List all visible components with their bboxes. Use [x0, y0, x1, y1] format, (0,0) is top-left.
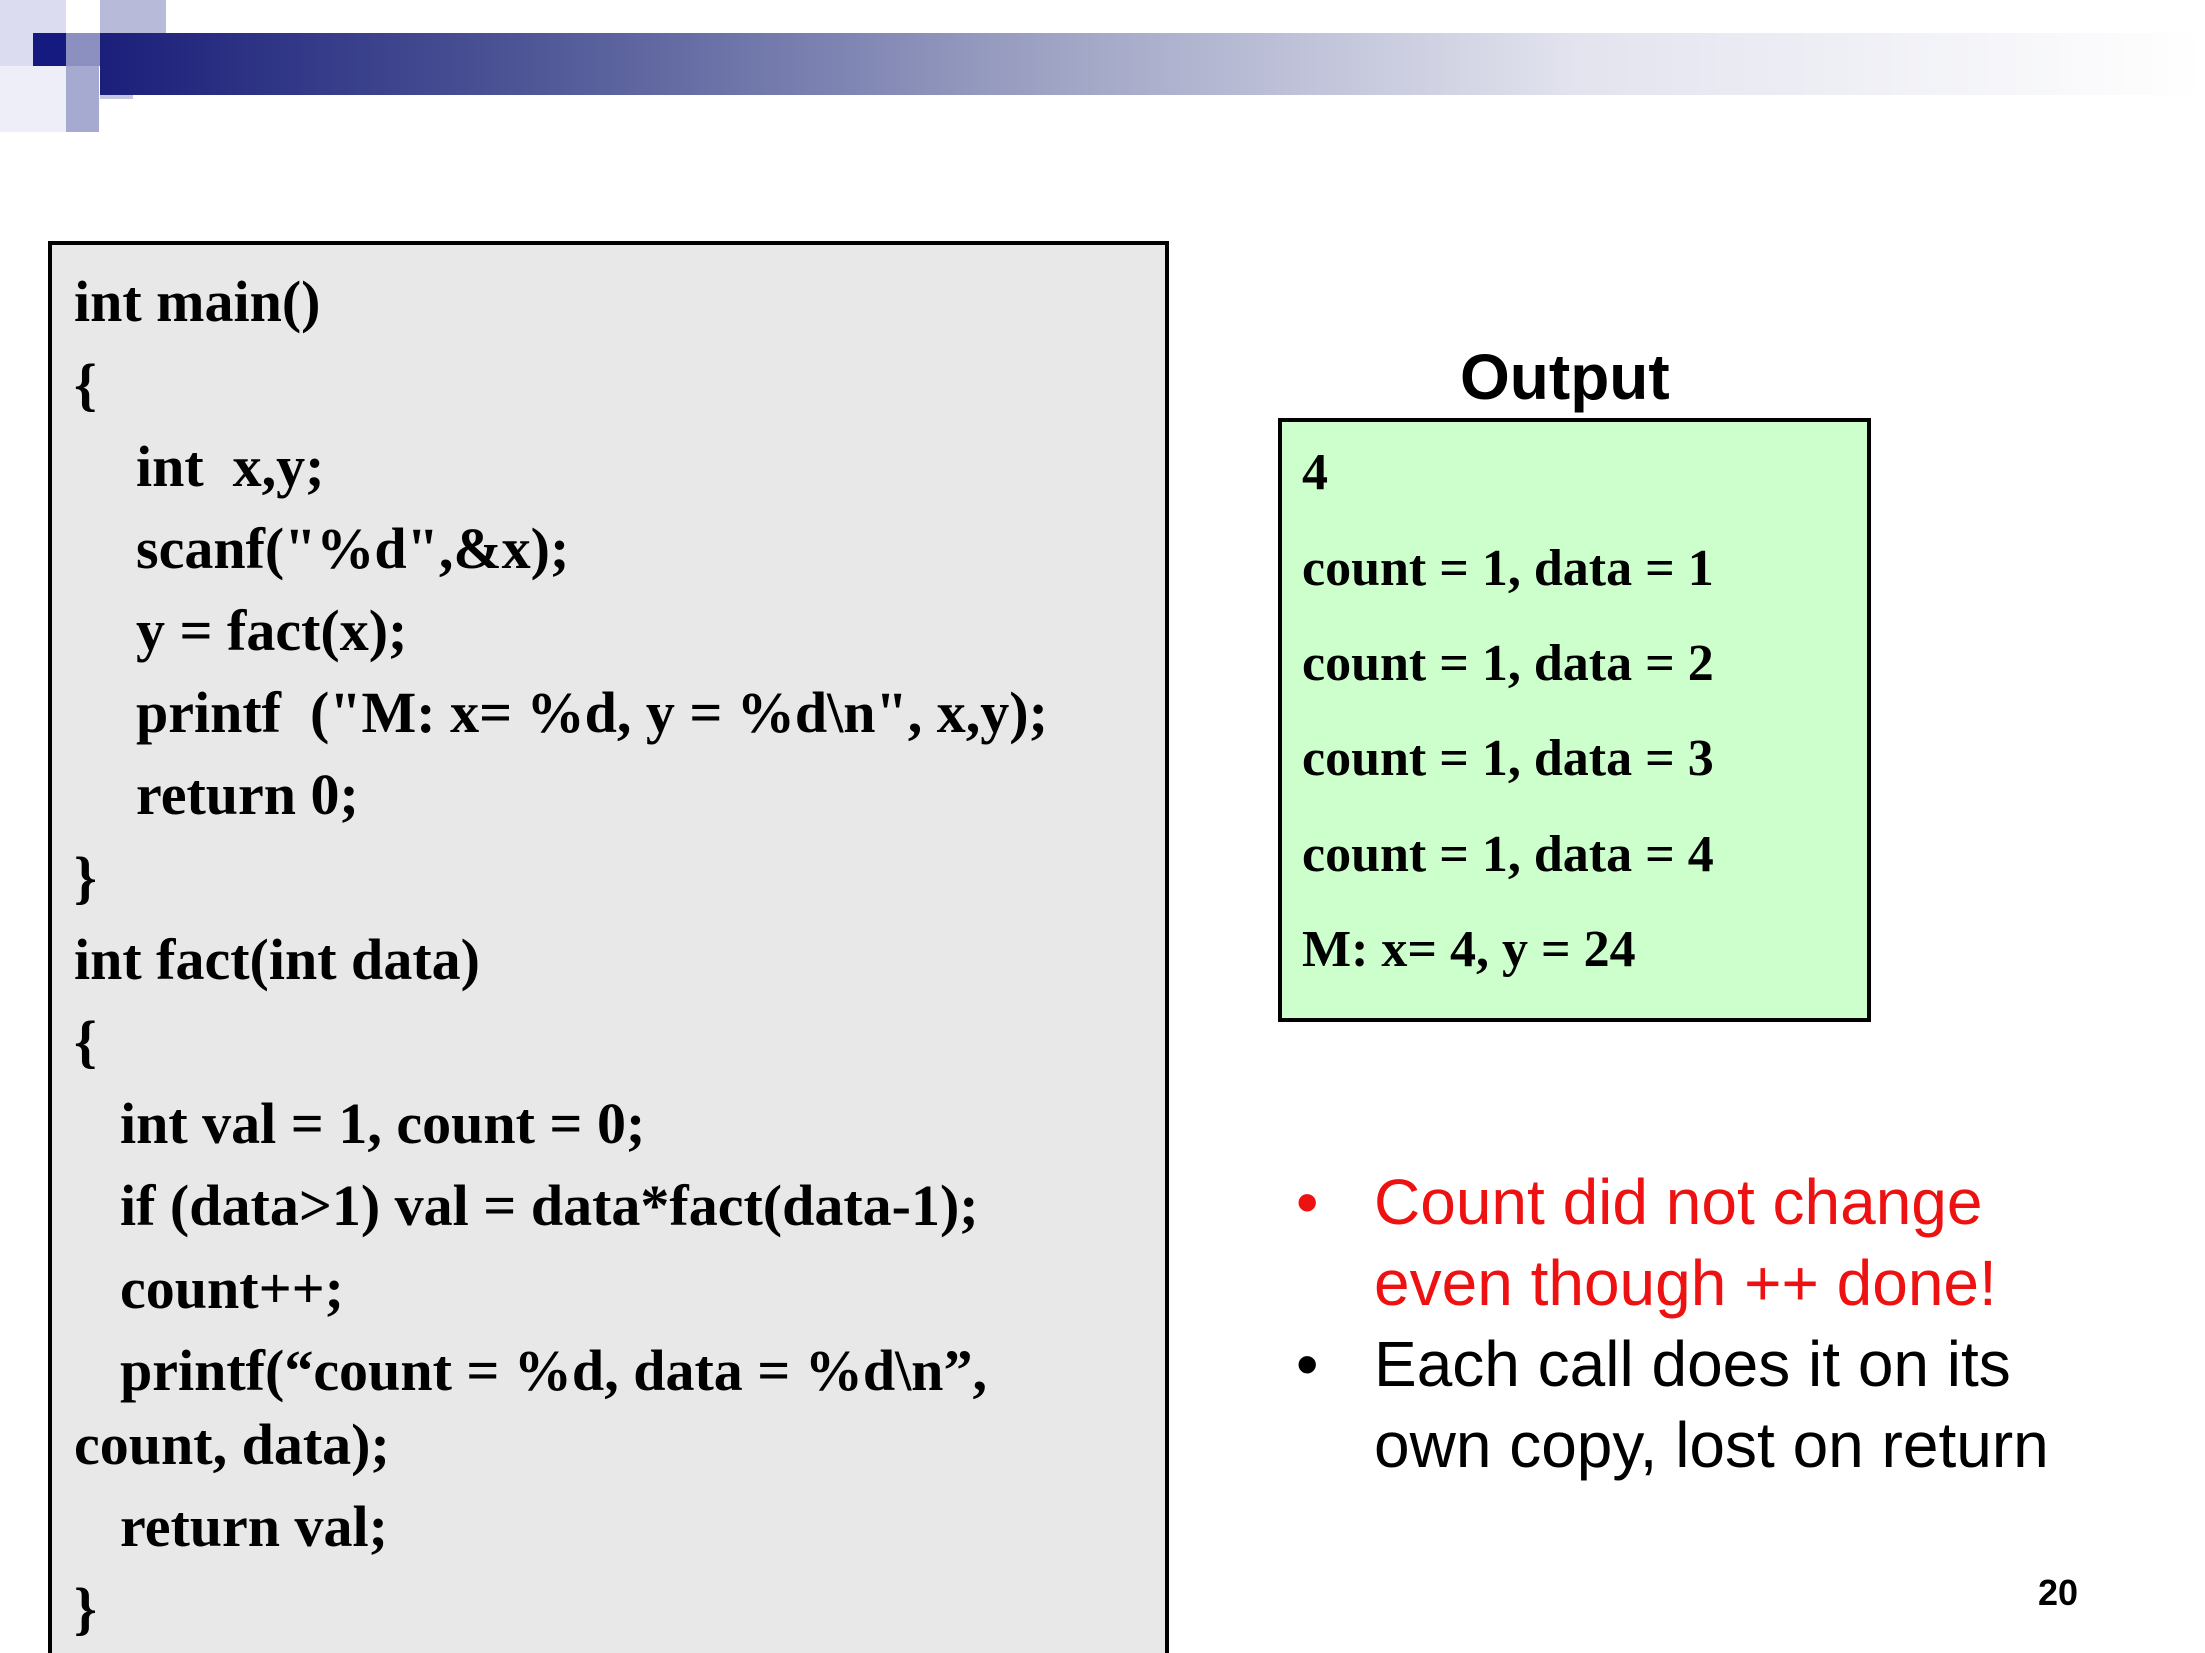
bullet-icon: •: [1296, 1328, 1319, 1400]
header-gradient-bar: [100, 33, 2205, 95]
note-text: even though ++ done!: [1374, 1247, 1997, 1319]
code-line: scanf("%d",&x);: [136, 516, 570, 581]
code-panel: int main() { int x,y; scanf("%d",&x); y …: [48, 241, 1169, 1653]
output-line: count = 1, data = 1: [1302, 540, 1714, 597]
header-square: [33, 33, 66, 66]
header-square: [66, 66, 99, 132]
output-line: count = 1, data = 3: [1302, 730, 1714, 787]
code-line: y = fact(x);: [136, 598, 408, 663]
code-line: {: [74, 1009, 97, 1074]
code-line: count++;: [120, 1256, 344, 1321]
output-line: count = 1, data = 4: [1302, 826, 1714, 883]
code-line: int val = 1, count = 0;: [120, 1091, 646, 1156]
notes-list: • Count did not change even though ++ do…: [1296, 1162, 2049, 1486]
output-line: 4: [1302, 444, 1328, 501]
output-panel: 4 count = 1, data = 1 count = 1, data = …: [1278, 418, 1871, 1022]
note-text: Count did not change: [1374, 1166, 1983, 1238]
output-line: count = 1, data = 2: [1302, 635, 1714, 692]
code-line: return val;: [120, 1494, 388, 1559]
code-line: count, data);: [74, 1412, 390, 1477]
code-line: int main(): [74, 269, 321, 334]
page-number: 20: [2038, 1572, 2079, 1613]
code-line: return 0;: [136, 762, 359, 827]
code-line: int fact(int data): [74, 927, 480, 992]
note-item: • Each call does it on its own copy, los…: [1296, 1324, 2049, 1486]
bullet-icon: •: [1296, 1166, 1319, 1238]
code-line: if (data>1) val = data*fact(data-1);: [120, 1173, 979, 1238]
code-line: int x,y;: [136, 434, 325, 499]
note-text: Each call does it on its: [1374, 1328, 2011, 1400]
code-line: printf(“count = %d, data = %d\n”,: [120, 1338, 987, 1403]
code-line: {: [74, 352, 97, 417]
header-square: [0, 66, 66, 132]
note-text: own copy, lost on return: [1374, 1409, 2049, 1481]
note-item: • Count did not change even though ++ do…: [1296, 1162, 2049, 1324]
code-line: }: [74, 845, 97, 910]
code-line: printf ("M: x= %d, y = %d\n", x,y);: [136, 680, 1048, 745]
output-line: M: x= 4, y = 24: [1302, 921, 1636, 978]
header-square: [66, 33, 100, 66]
output-title: Output: [1460, 341, 1670, 413]
code-line: }: [74, 1576, 97, 1641]
